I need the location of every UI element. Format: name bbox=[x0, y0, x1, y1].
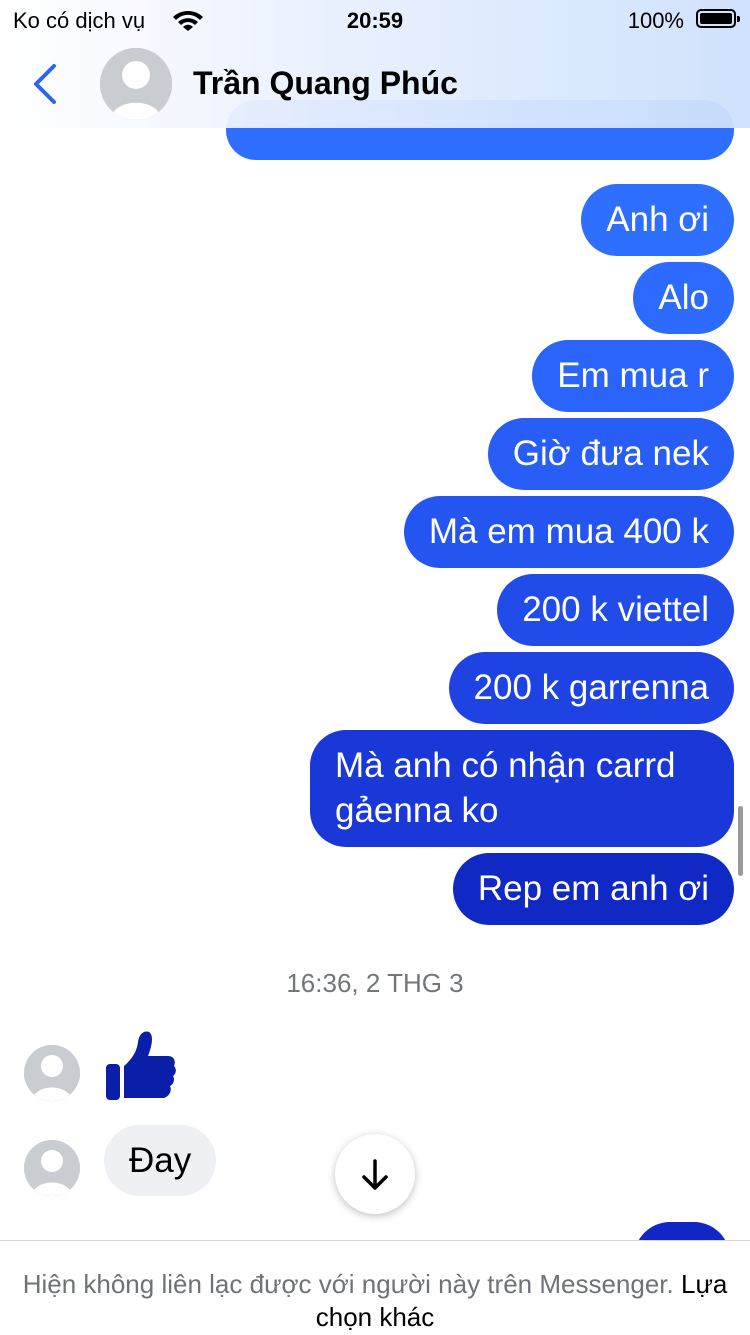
message-bubble-outgoing[interactable]: Anh ơi bbox=[581, 184, 734, 256]
message-text: Đay bbox=[129, 1141, 192, 1180]
message-thread[interactable]: Anh ơi Alo Em mua r Giờ đưa nek Mà em mu… bbox=[0, 0, 750, 1240]
thumbs-up-icon[interactable] bbox=[104, 1028, 178, 1102]
message-bubble-outgoing[interactable]: Giờ đưa nek bbox=[487, 418, 734, 490]
message-text: Em mua r bbox=[557, 356, 709, 395]
back-button[interactable] bbox=[26, 60, 66, 110]
message-text: Giờ đưa nek bbox=[512, 434, 709, 473]
message-bubble-outgoing[interactable]: 200 k viettel bbox=[497, 574, 734, 646]
battery-icon bbox=[696, 9, 740, 28]
message-bubble-outgoing[interactable]: Mà anh có nhận carrd gảenna ko bbox=[310, 730, 734, 847]
contact-name[interactable]: Trần Quang Phúc bbox=[193, 65, 458, 102]
message-text: 200 k garrenna bbox=[473, 668, 709, 707]
message-text: Anh ơi bbox=[606, 200, 709, 239]
message-bubble-outgoing[interactable]: 200 k garrenna bbox=[448, 652, 734, 724]
avatar-placeholder-icon bbox=[24, 1045, 80, 1101]
arrow-down-icon bbox=[362, 1159, 388, 1190]
message-text: Mà anh có nhận carrd gảenna ko bbox=[335, 746, 676, 830]
message-text: Rep em anh ơi bbox=[477, 869, 709, 908]
notice-text: Hiện không liên lạc được với người này t… bbox=[22, 1269, 674, 1299]
message-text: Mà em mua 400 k bbox=[428, 512, 709, 551]
scrollbar[interactable] bbox=[738, 806, 743, 876]
message-text: 200 k viettel bbox=[522, 590, 709, 629]
scroll-to-bottom-button[interactable] bbox=[335, 1134, 415, 1214]
message-text: Alo bbox=[658, 278, 709, 317]
message-bubble-outgoing[interactable]: Em mua r bbox=[532, 340, 734, 412]
message-bubble-outgoing[interactable]: Rep em anh ơi bbox=[452, 853, 734, 925]
unavailable-notice: Hiện không liên lạc được với người này t… bbox=[0, 1240, 750, 1335]
avatar-placeholder-icon bbox=[24, 1140, 80, 1196]
message-bubble-partial[interactable] bbox=[634, 1222, 730, 1240]
avatar-placeholder-icon bbox=[100, 48, 172, 120]
message-bubble-outgoing[interactable]: Mà em mua 400 k bbox=[403, 496, 734, 568]
avatar[interactable] bbox=[24, 1140, 80, 1196]
status-bar: Ko có dịch vụ 20:59 100% bbox=[0, 0, 750, 40]
battery-percent: 100% bbox=[627, 8, 684, 33]
contact-avatar[interactable] bbox=[100, 48, 172, 120]
avatar[interactable] bbox=[24, 1045, 80, 1101]
message-timestamp: 16:36, 2 THG 3 bbox=[286, 968, 464, 998]
message-bubble-outgoing[interactable]: Alo bbox=[633, 262, 734, 334]
message-bubble-incoming[interactable]: Đay bbox=[104, 1125, 217, 1196]
chevron-left-icon bbox=[34, 64, 56, 104]
